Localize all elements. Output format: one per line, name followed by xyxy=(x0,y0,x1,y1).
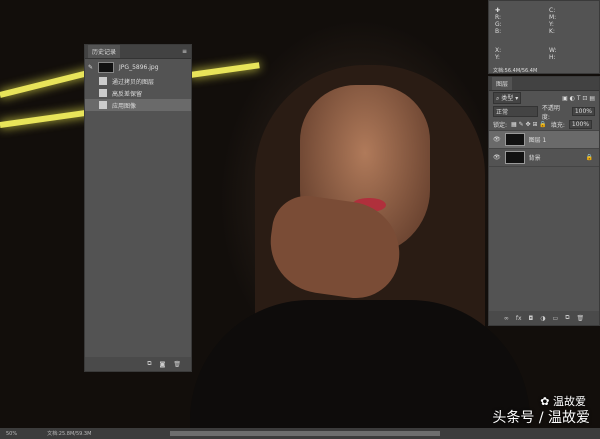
fill-label: 填充: xyxy=(550,121,565,129)
background-light xyxy=(189,62,260,78)
lock-icon: 🔒 xyxy=(585,154,593,161)
snapshot-label: JPG_5896.jpg xyxy=(119,63,159,71)
layers-panel: 图层 ⌕ 类型 ▾ ▣ ◐ T ⊡ ▤ 正常 不透明度: 100% 锁定: ▦ ✎ ✥ … xyxy=(488,76,600,326)
wh-readout: W: H: xyxy=(549,47,557,61)
status-bar: 50% 文档:25.8M/59.3M xyxy=(0,428,600,439)
layer-name: 背景 xyxy=(528,155,541,162)
document-icon xyxy=(99,77,107,85)
brush-icon: ✎ xyxy=(88,63,94,71)
doc-size: 文档:56.4M/56.4M xyxy=(493,68,538,74)
history-tab[interactable]: 历史记录 xyxy=(88,45,121,58)
info-panel: ✚ R: G: B: C: M: Y: K: X: Y: W: H: 文档:56.4M/56.4… xyxy=(488,0,600,74)
blend-mode-select[interactable]: 正常 xyxy=(493,106,538,117)
horizontal-scrollbar[interactable] xyxy=(170,431,440,436)
fill-field[interactable]: 100% xyxy=(568,119,593,129)
snapshot-thumbnail xyxy=(98,61,115,73)
watermark: 头条号 / 温故爱 xyxy=(492,410,590,426)
link-icon[interactable]: ∞ xyxy=(504,315,509,322)
document-icon xyxy=(99,89,107,97)
filter-select[interactable]: ⌕ 类型 ▾ xyxy=(493,92,522,104)
opacity-field[interactable]: 100% xyxy=(571,107,595,116)
mask-icon[interactable]: ◘ xyxy=(529,315,534,322)
history-panel: 历史记录 ≡ ✎ JPG_5896.jpg 通过拷贝的图层 高反差保留 应用图像 ⧉… xyxy=(84,44,192,372)
eye-icon[interactable]: 👁 xyxy=(493,136,501,143)
cmyk-readout: C: M: Y: K: xyxy=(549,7,557,35)
document-icon xyxy=(99,101,107,109)
group-icon[interactable]: ▭ xyxy=(553,315,559,322)
history-snapshot[interactable]: ✎ JPG_5896.jpg xyxy=(85,59,191,75)
history-step[interactable]: 高反差保留 xyxy=(85,87,191,99)
step-label: 通过拷贝的图层 xyxy=(112,78,155,86)
history-step-selected[interactable]: 应用图像 xyxy=(85,99,191,111)
xy-readout: X: Y: xyxy=(495,47,502,61)
panel-menu-icon[interactable]: ≡ xyxy=(182,48,187,55)
rgb-readout: ✚ R: G: B: xyxy=(495,7,502,35)
trash-icon[interactable]: 🗑 xyxy=(173,361,181,368)
layer-thumbnail xyxy=(504,133,525,146)
new-layer-icon[interactable]: ⧉ xyxy=(565,314,569,322)
layer-row[interactable]: 👁 图层 1 xyxy=(489,131,599,149)
layers-tab[interactable]: 图层 xyxy=(492,77,513,90)
step-label: 高反差保留 xyxy=(112,90,143,98)
step-label: 应用图像 xyxy=(112,102,137,110)
camera-icon[interactable]: ◙ xyxy=(160,361,166,368)
lock-label: 锁定: xyxy=(493,121,508,129)
adjustment-icon[interactable]: ◑ xyxy=(540,315,545,322)
opacity-label: 不透明度: xyxy=(541,104,560,121)
trash-icon[interactable]: 🗑 xyxy=(577,315,585,322)
fx-icon[interactable]: fx xyxy=(516,315,522,322)
history-step[interactable]: 通过拷贝的图层 xyxy=(85,75,191,87)
layer-thumbnail xyxy=(504,151,525,164)
new-document-icon[interactable]: ⧉ xyxy=(147,360,151,368)
filter-icons[interactable]: ▣ ◐ T ⊡ ▤ xyxy=(562,95,595,102)
layer-name: 图层 1 xyxy=(528,137,547,144)
zoom-level[interactable]: 50% xyxy=(6,431,17,437)
layer-row[interactable]: 👁 背景 🔒 xyxy=(489,149,599,167)
lock-icons[interactable]: ▦ ✎ ✥ ⊞ 🔒 xyxy=(511,121,547,128)
document-size: 文档:25.8M/59.3M xyxy=(47,431,92,437)
eye-icon[interactable]: 👁 xyxy=(493,154,501,161)
